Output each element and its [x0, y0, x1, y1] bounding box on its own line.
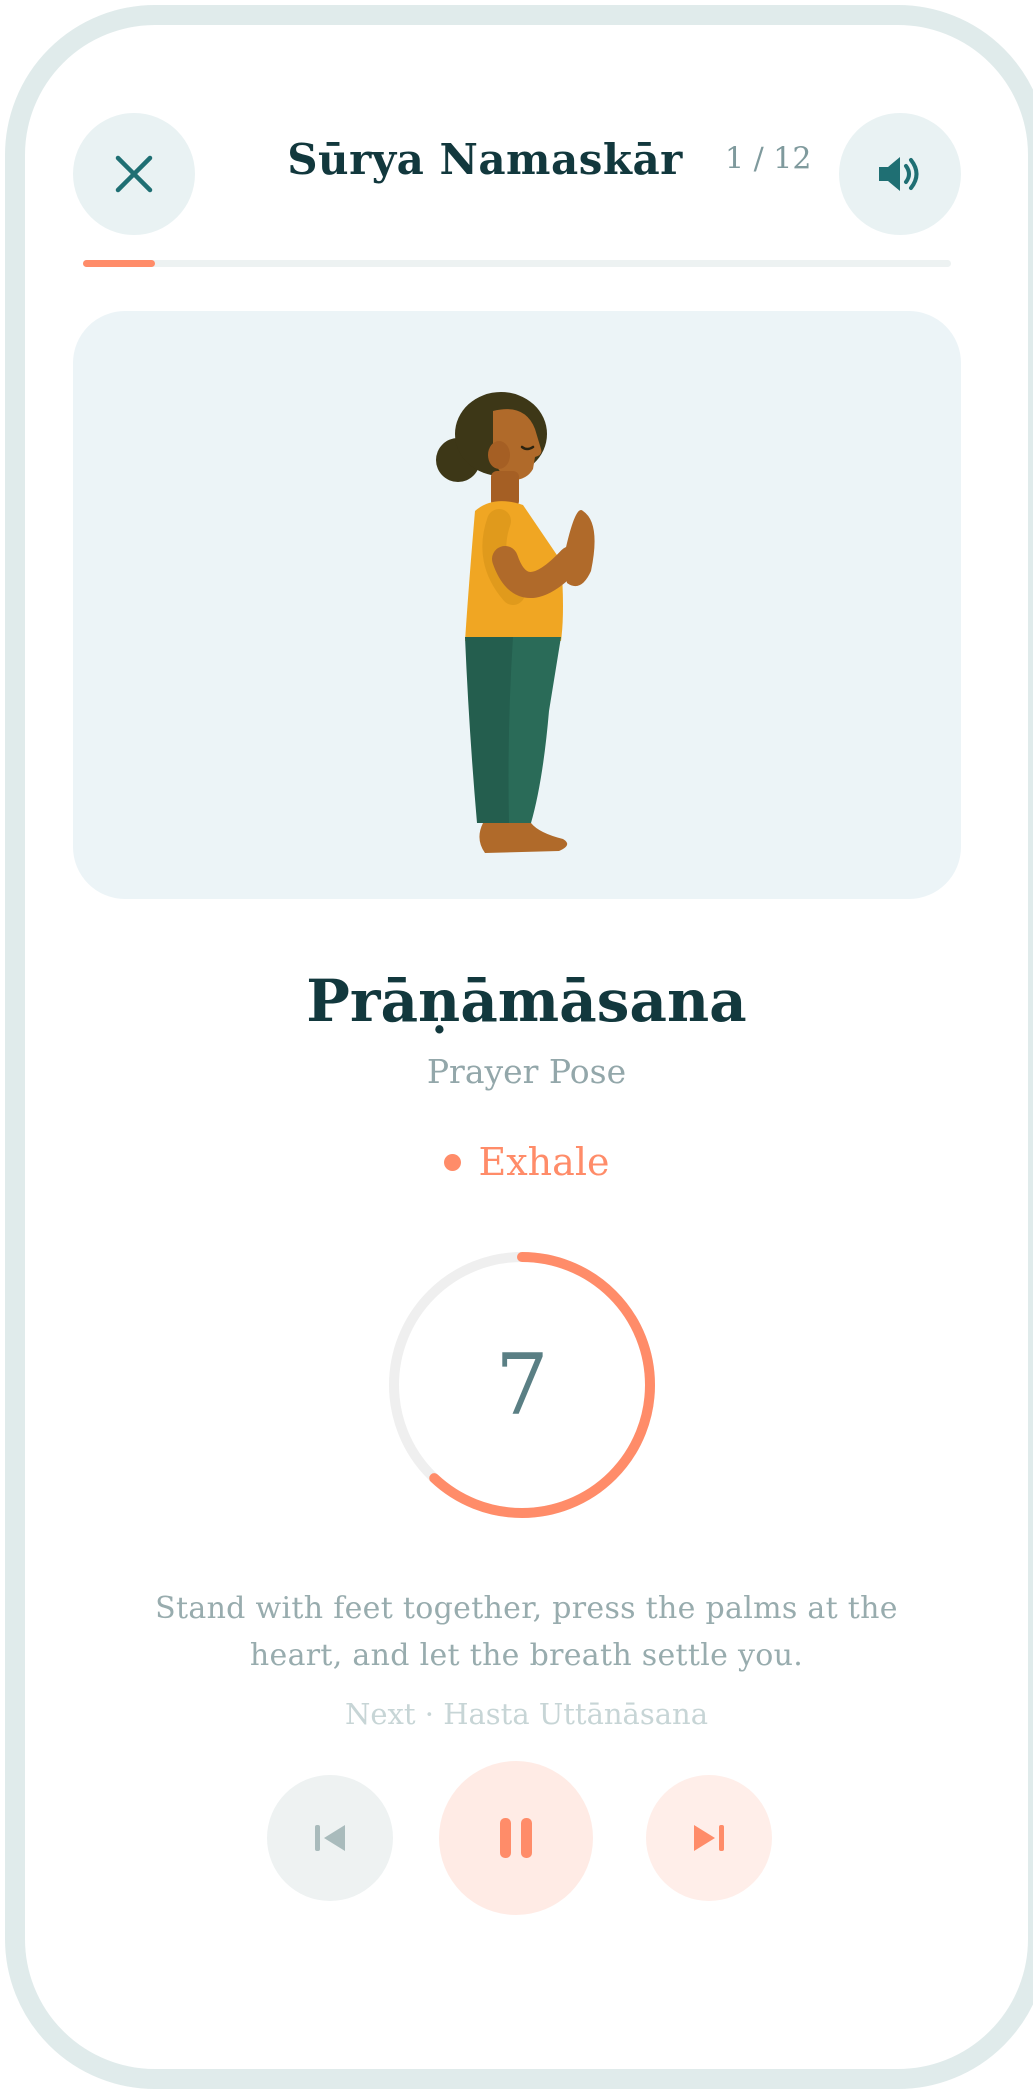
- breath-indicator: Exhale: [25, 1140, 1028, 1184]
- session-screen: Sūrya Namaskār 1 / 12 Prāṇāmāsana Prayer…: [25, 25, 1028, 2069]
- speaker-icon: [879, 157, 919, 191]
- skip-previous-icon: [315, 1825, 345, 1851]
- pause-icon: [500, 1818, 532, 1858]
- next-pose-label: Next · Hasta Uttānāsana: [345, 1697, 708, 1731]
- session-progress-fill: [83, 260, 156, 267]
- phone-frame: Sūrya Namaskār 1 / 12 Prāṇāmāsana Prayer…: [5, 5, 1033, 2089]
- pose-description: Stand with feet together, press the palm…: [155, 1591, 898, 1673]
- pose-english-name: Prayer Pose: [426, 1052, 627, 1091]
- pose-illustration-card: [73, 311, 961, 899]
- previous-pose-button[interactable]: [267, 1775, 393, 1901]
- close-button[interactable]: [73, 113, 195, 235]
- close-icon: [115, 155, 153, 193]
- breath-label: Exhale: [478, 1140, 610, 1184]
- session-title: Sūrya Namaskār: [287, 135, 683, 184]
- standing-prayer-figure: [436, 392, 595, 853]
- pose-name: Prāṇāmāsana: [306, 967, 747, 1035]
- breath-dot-icon: [443, 1153, 461, 1171]
- pose-counter: 1 / 12: [725, 141, 812, 177]
- session-progress-bar: [83, 260, 951, 267]
- countdown-number: 7: [495, 1336, 549, 1434]
- pause-button[interactable]: [439, 1761, 593, 1915]
- skip-next-icon: [694, 1825, 724, 1851]
- sound-button[interactable]: [839, 113, 961, 235]
- countdown-timer: 7: [384, 1247, 660, 1523]
- next-pose-button[interactable]: [646, 1775, 772, 1901]
